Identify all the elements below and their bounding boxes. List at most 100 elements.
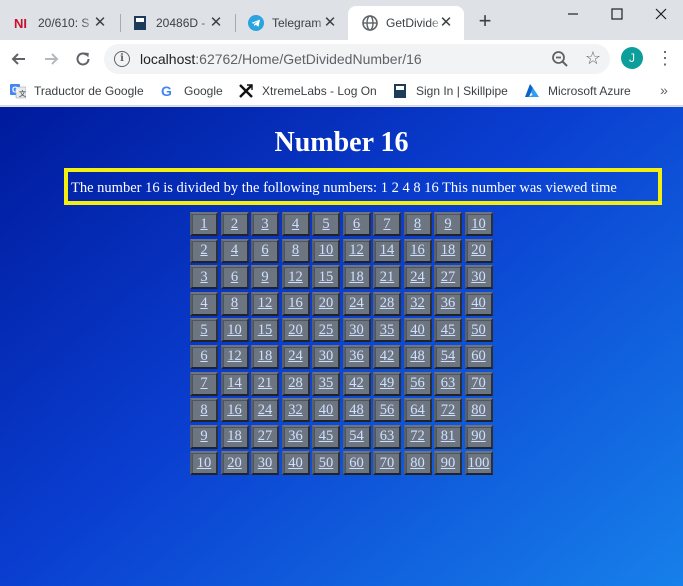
number-link[interactable]: 20 — [312, 291, 340, 316]
number-link[interactable]: 63 — [434, 371, 462, 396]
number-link[interactable]: 21 — [373, 265, 401, 290]
number-link[interactable]: 9 — [190, 424, 218, 449]
back-icon[interactable] — [7, 47, 31, 71]
number-link[interactable]: 54 — [342, 424, 371, 449]
number-link[interactable]: 56 — [373, 398, 401, 423]
number-link[interactable]: 15 — [251, 318, 279, 343]
avatar[interactable]: J — [621, 47, 643, 69]
number-link[interactable]: 40 — [403, 318, 432, 343]
bookmark-azure[interactable]: Microsoft Azure — [524, 82, 631, 100]
number-link[interactable]: 24 — [342, 291, 371, 316]
number-link[interactable]: 30 — [312, 344, 340, 369]
number-link[interactable]: 90 — [464, 424, 493, 449]
number-link[interactable]: 2 — [220, 212, 249, 236]
number-link[interactable]: 80 — [403, 451, 432, 476]
number-link[interactable]: 16 — [220, 398, 249, 423]
number-link[interactable]: 48 — [342, 398, 371, 423]
number-link[interactable]: 49 — [373, 371, 401, 396]
number-link[interactable]: 12 — [251, 291, 279, 316]
number-link[interactable]: 8 — [403, 212, 432, 236]
number-link[interactable]: 72 — [403, 424, 432, 449]
number-link[interactable]: 28 — [281, 371, 310, 396]
bookmark-google[interactable]: G Google — [160, 82, 223, 100]
zoom-icon[interactable] — [551, 50, 569, 68]
number-link[interactable]: 10 — [312, 238, 340, 263]
number-link[interactable]: 35 — [312, 371, 340, 396]
number-link[interactable]: 100 — [464, 451, 493, 476]
number-link[interactable]: 35 — [373, 318, 401, 343]
number-link[interactable]: 36 — [281, 424, 310, 449]
number-link[interactable]: 21 — [251, 371, 279, 396]
number-link[interactable]: 24 — [281, 344, 310, 369]
number-link[interactable]: 70 — [464, 371, 493, 396]
number-link[interactable]: 5 — [190, 318, 218, 343]
close-icon[interactable]: ✕ — [438, 15, 454, 31]
number-link[interactable]: 10 — [190, 451, 218, 476]
number-link[interactable]: 12 — [342, 238, 371, 263]
tab-2[interactable]: 20486D - ✕ — [118, 6, 234, 40]
info-icon[interactable]: i — [114, 51, 130, 67]
minimize-icon[interactable] — [550, 0, 596, 28]
number-link[interactable]: 9 — [251, 265, 279, 290]
tab-1[interactable]: NI 20/610: S ✕ — [0, 6, 118, 40]
number-link[interactable]: 90 — [434, 451, 462, 476]
number-link[interactable]: 63 — [373, 424, 401, 449]
bookmark-xtremelabs[interactable]: XtremeLabs - Log On — [238, 82, 377, 100]
reload-icon[interactable] — [71, 47, 95, 71]
number-link[interactable]: 48 — [403, 344, 432, 369]
number-link[interactable]: 40 — [281, 451, 310, 476]
number-link[interactable]: 27 — [434, 265, 462, 290]
maximize-icon[interactable] — [594, 0, 640, 28]
number-link[interactable]: 24 — [403, 265, 432, 290]
close-icon[interactable]: ✕ — [208, 15, 224, 31]
number-link[interactable]: 6 — [251, 238, 279, 263]
number-link[interactable]: 28 — [373, 291, 401, 316]
number-link[interactable]: 27 — [251, 424, 279, 449]
number-link[interactable]: 50 — [464, 318, 493, 343]
number-link[interactable]: 40 — [464, 291, 493, 316]
number-link[interactable]: 30 — [342, 318, 371, 343]
number-link[interactable]: 20 — [220, 451, 249, 476]
number-link[interactable]: 45 — [312, 424, 340, 449]
number-link[interactable]: 50 — [312, 451, 340, 476]
number-link[interactable]: 42 — [373, 344, 401, 369]
number-link[interactable]: 70 — [373, 451, 401, 476]
number-link[interactable]: 24 — [251, 398, 279, 423]
number-link[interactable]: 9 — [434, 212, 462, 236]
number-link[interactable]: 12 — [220, 344, 249, 369]
close-icon[interactable]: ✕ — [322, 15, 338, 31]
number-link[interactable]: 4 — [281, 212, 310, 236]
more-bookmarks-icon[interactable]: » — [656, 82, 672, 100]
number-link[interactable]: 2 — [190, 238, 218, 263]
number-link[interactable]: 15 — [312, 265, 340, 290]
number-link[interactable]: 60 — [464, 344, 493, 369]
number-link[interactable]: 80 — [464, 398, 493, 423]
number-link[interactable]: 14 — [373, 238, 401, 263]
number-link[interactable]: 20 — [281, 318, 310, 343]
bookmark-skillpipe[interactable]: Sign In | Skillpipe — [392, 82, 508, 100]
number-link[interactable]: 45 — [434, 318, 462, 343]
number-link[interactable]: 10 — [464, 212, 493, 236]
menu-icon[interactable]: ⋮ — [656, 48, 674, 68]
number-link[interactable]: 6 — [220, 265, 249, 290]
number-link[interactable]: 81 — [434, 424, 462, 449]
address-bar[interactable]: i localhost:62762/Home/GetDividedNumber/… — [104, 44, 610, 74]
number-link[interactable]: 30 — [251, 451, 279, 476]
number-link[interactable]: 18 — [251, 344, 279, 369]
number-link[interactable]: 8 — [281, 238, 310, 263]
tab-3[interactable]: Telegram ✕ — [234, 6, 348, 40]
number-link[interactable]: 4 — [220, 238, 249, 263]
number-link[interactable]: 32 — [281, 398, 310, 423]
number-link[interactable]: 18 — [434, 238, 462, 263]
number-link[interactable]: 7 — [190, 371, 218, 396]
number-link[interactable]: 32 — [403, 291, 432, 316]
tab-active[interactable]: GetDivide ✕ — [348, 6, 464, 40]
number-link[interactable]: 1 — [190, 212, 218, 236]
number-link[interactable]: 5 — [312, 212, 340, 236]
close-window-icon[interactable] — [638, 0, 683, 28]
number-link[interactable]: 4 — [190, 291, 218, 316]
number-link[interactable]: 14 — [220, 371, 249, 396]
number-link[interactable]: 64 — [403, 398, 432, 423]
number-link[interactable]: 25 — [312, 318, 340, 343]
number-link[interactable]: 3 — [251, 212, 279, 236]
